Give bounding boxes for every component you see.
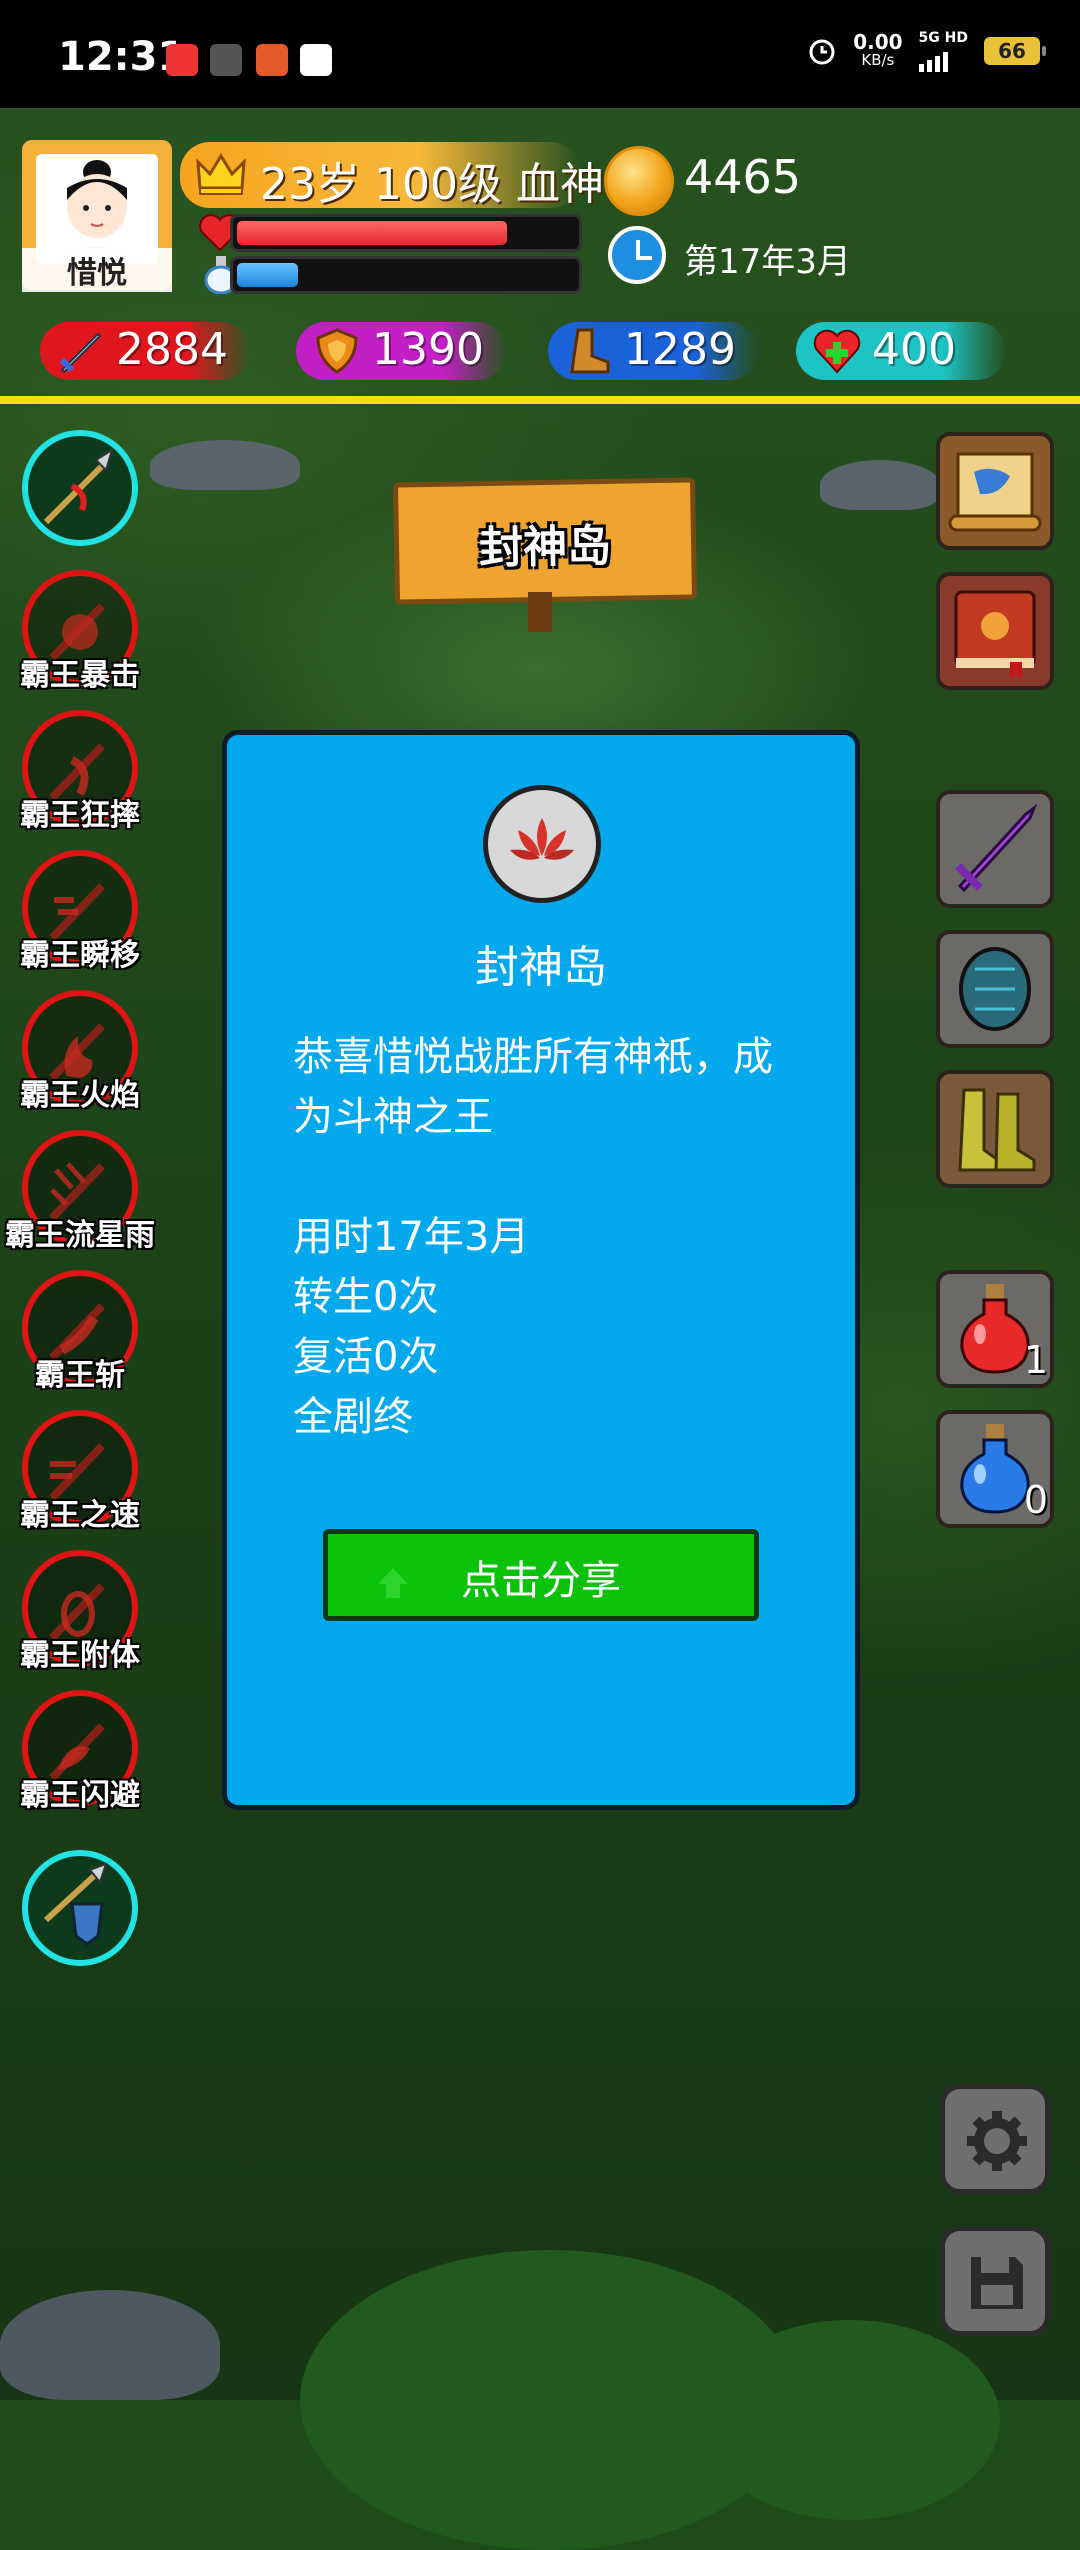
- heart-plus-icon: [813, 329, 861, 374]
- weapon-slot[interactable]: [22, 430, 142, 550]
- signal-icon: [918, 46, 968, 72]
- battery-level: 66: [998, 39, 1026, 63]
- skill-label: 霸王之速: [20, 1498, 140, 1533]
- dialog-title: 封神岛: [475, 942, 607, 993]
- net-type: 5G HD: [918, 30, 968, 46]
- ending-dialog: 封神岛 恭喜惜悦战胜所有神祇，成为斗神之王 用时17年3月 转生0次 复活0次 …: [222, 730, 860, 1810]
- hp-bar-fill: [237, 221, 507, 245]
- dialog-body: 恭喜惜悦战胜所有神祇，成为斗神之王 用时17年3月 转生0次 复活0次 全剧终: [293, 1027, 805, 1447]
- vine-plant: [700, 2320, 1000, 2520]
- dialog-line: 用时17年3月: [293, 1214, 530, 1260]
- location-sign-text: 封神岛: [478, 520, 612, 575]
- rock: [150, 440, 300, 490]
- skill-label: 霸王闪避: [20, 1778, 140, 1813]
- settings-button[interactable]: [940, 2084, 1050, 2194]
- location-sign: 封神岛: [392, 477, 698, 605]
- blue-potion-count: 0: [1023, 1478, 1048, 1522]
- spear-icon: [43, 447, 114, 525]
- book-icon: [954, 590, 1036, 680]
- dialog-spacer: [293, 1147, 805, 1207]
- save-button[interactable]: [940, 2226, 1050, 2336]
- app-notification-icon: [256, 44, 288, 76]
- stat-health-value: 400: [872, 324, 956, 375]
- skill-slot-6[interactable]: 霸王之速: [20, 1410, 142, 1533]
- stat-attack-value: 2884: [116, 324, 228, 375]
- clock-icon: [608, 226, 666, 284]
- dialog-line: 转生0次: [293, 1274, 439, 1320]
- red-potion-slot[interactable]: 1: [936, 1270, 1054, 1388]
- share-button[interactable]: 点击分享: [323, 1529, 759, 1621]
- hp-bar: [230, 214, 582, 252]
- red-potion-count: 1: [1023, 1338, 1048, 1382]
- net-speed: 0.00: [853, 30, 903, 54]
- boot-icon: [570, 328, 610, 374]
- stat-speed: 1289: [548, 322, 758, 380]
- lotus-icon: [483, 785, 601, 903]
- equipment-boots[interactable]: [936, 1070, 1054, 1188]
- spear-shield-icon: [43, 1862, 108, 1946]
- turtle-shield-icon: [959, 947, 1031, 1031]
- blue-potion-slot[interactable]: 0: [936, 1410, 1054, 1528]
- skill-slot-2[interactable]: 霸王瞬移: [20, 850, 142, 973]
- skill-label: 霸王流星雨: [5, 1218, 155, 1253]
- skill-slot-4[interactable]: 霸王流星雨: [5, 1130, 155, 1253]
- dialog-line: 全剧终: [293, 1394, 413, 1440]
- crown-icon: [196, 153, 246, 195]
- skill-label: 霸王斩: [35, 1358, 125, 1393]
- purple-sword-icon: [955, 803, 1038, 893]
- equipment-armor[interactable]: [936, 930, 1054, 1048]
- gear-icon: [967, 2111, 1027, 2171]
- dialog-line: 复活0次: [293, 1334, 439, 1380]
- dialog-message: 恭喜惜悦战胜所有神祇，成为斗神之王: [293, 1034, 773, 1140]
- map-scroll-button[interactable]: [936, 432, 1054, 550]
- sword-icon: [59, 332, 102, 374]
- stat-attack: 2884: [40, 322, 250, 380]
- stat-defense: 1390: [296, 322, 506, 380]
- skill-label: 霸王瞬移: [20, 938, 140, 973]
- player-name: 惜悦: [22, 248, 172, 292]
- mail-icon: [300, 44, 332, 76]
- gold-coin-icon: [604, 146, 674, 216]
- shield-icon: [316, 328, 358, 374]
- book-button[interactable]: [936, 572, 1054, 690]
- skill-label: 霸王暴击: [20, 658, 140, 693]
- save-icon: [971, 2257, 1023, 2309]
- stat-speed-value: 1289: [624, 324, 736, 375]
- skill-label: 霸王附体: [20, 1638, 140, 1673]
- game-date: 第17年3月: [684, 242, 851, 282]
- mp-bar: [230, 256, 582, 294]
- equipment-weapon[interactable]: [936, 790, 1054, 908]
- mp-bar-fill: [237, 263, 298, 287]
- skill-slot-3[interactable]: 霸王火焰: [20, 990, 142, 1113]
- rock: [0, 2290, 220, 2400]
- stat-defense-value: 1390: [372, 324, 484, 375]
- skill-slot-7[interactable]: 霸王附体: [20, 1550, 142, 1673]
- skill-slot-1[interactable]: 霸王狂摔: [20, 710, 142, 833]
- boots-icon: [958, 1088, 1036, 1172]
- scroll-map-icon: [948, 452, 1042, 532]
- skill-label: 霸王狂摔: [20, 798, 140, 833]
- share-button-label: 点击分享: [461, 1558, 621, 1604]
- gold-amount: 4465: [684, 150, 802, 204]
- skill-label: 霸王火焰: [20, 1078, 140, 1113]
- sign-post: [528, 592, 552, 632]
- stat-health: 400: [796, 322, 1006, 380]
- level-banner: 23岁 100级 血神: [180, 142, 604, 210]
- player-avatar[interactable]: 惜悦: [22, 140, 172, 292]
- level-text: 23岁 100级 血神: [260, 159, 604, 210]
- special-weapon-slot[interactable]: [22, 1850, 142, 1970]
- skill-slot-5[interactable]: 霸王斩: [22, 1270, 142, 1393]
- alarm-icon: [809, 39, 835, 65]
- battery-icon: 66: [984, 37, 1046, 65]
- app-notification-icon: [210, 44, 242, 76]
- skill-slot-0[interactable]: 霸王暴击: [20, 570, 142, 693]
- rock: [820, 460, 940, 510]
- skill-slot-8[interactable]: 霸王闪避: [20, 1690, 142, 1813]
- header-divider: [0, 396, 1080, 404]
- status-bar: 12:31 0.00 KB/s 5G HD 66: [0, 0, 1080, 108]
- app-notification-icon: [166, 44, 198, 76]
